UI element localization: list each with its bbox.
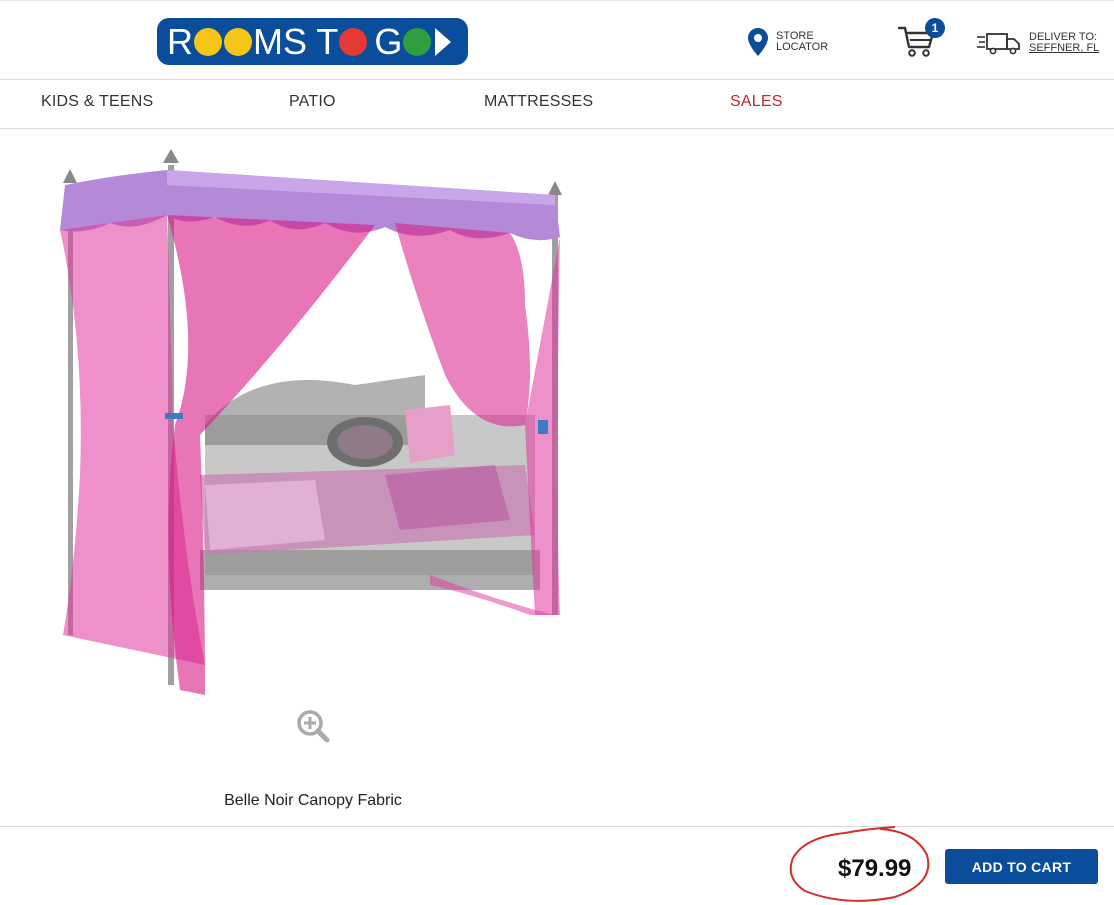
nav-item-mattresses[interactable]: MATTRESSES [484, 93, 593, 111]
add-to-cart-button[interactable]: ADD TO CART [945, 849, 1098, 884]
logo-wordmark: R MS T G [167, 21, 452, 63]
rooms-to-go-logo[interactable]: R MS T G [157, 18, 468, 65]
logo-arrow-icon [435, 27, 452, 56]
store-locator-label: STORE LOCATOR [776, 30, 829, 53]
deliver-to-link[interactable]: DELIVER TO: SEFFNER, FL [977, 31, 1099, 55]
product-price: $79.99 [838, 855, 912, 882]
nav-item-sales[interactable]: SALES [730, 93, 783, 111]
nav-item-kids-teens[interactable]: KIDS & TEENS [41, 93, 153, 111]
store-locator-link[interactable]: STORE LOCATOR [748, 28, 828, 56]
zoom-in-icon[interactable] [296, 709, 330, 743]
logo-dot-yellow [224, 27, 252, 56]
logo-dot-yellow [194, 27, 222, 56]
product-image[interactable] [55, 145, 575, 705]
site-header: R MS T G STORE LOCATOR 1 DELIVER TO: SEF… [0, 0, 1114, 80]
logo-dot-red [339, 27, 368, 56]
logo-dot-green [403, 27, 432, 56]
nav-item-patio[interactable]: PATIO [289, 93, 336, 111]
deliver-to-label: DELIVER TO: SEFFNER, FL [1029, 31, 1100, 54]
cart-count-badge[interactable]: 1 [925, 18, 945, 38]
delivery-truck-icon [977, 33, 1020, 55]
location-pin-icon [748, 28, 768, 56]
deliver-location[interactable]: SEFFNER, FL [1029, 43, 1099, 54]
product-title: Belle Noir Canopy Fabric [224, 792, 402, 809]
main-nav: KIDS & TEENS PATIO MATTRESSES SALES [0, 80, 1114, 129]
